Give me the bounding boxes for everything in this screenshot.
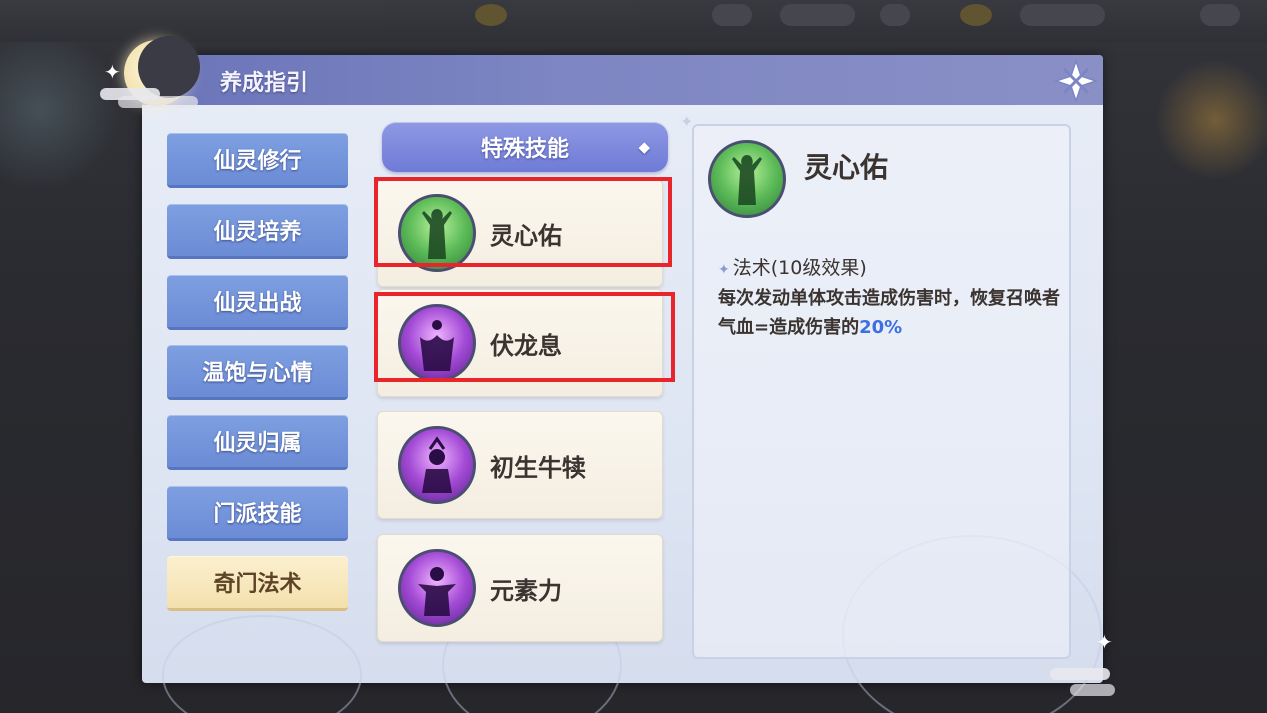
sidebar-item-xianling-guishu[interactable]: 仙灵归属 — [167, 415, 348, 470]
panel-title: 养成指引 — [220, 71, 309, 96]
top-hud-bar — [0, 0, 1267, 42]
skill-name: 元素力 — [490, 577, 562, 605]
detail-subtitle: ✦ 法术(10级效果) — [718, 253, 867, 280]
sidebar-item-label: 仙灵出战 — [213, 291, 302, 316]
detail-subtitle-text: 法术(10级效果) — [732, 257, 867, 279]
sidebar-item-xianling-chuzhan[interactable]: 仙灵出战 — [167, 275, 348, 330]
sparkle-icon: ✦ — [718, 262, 730, 278]
bird-icon: ✦ — [104, 60, 121, 84]
skill-name: 初生牛犊 — [490, 454, 586, 482]
sidebar-item-wenbao-xinqing[interactable]: 温饱与心情 — [167, 345, 348, 400]
skill-name: 伏龙息 — [490, 332, 562, 360]
cloud-decoration — [118, 96, 198, 108]
green-spirit-icon — [398, 194, 476, 272]
skill-card[interactable]: 元素力 — [377, 534, 663, 642]
sidebar-item-label: 门派技能 — [213, 502, 302, 527]
detail-description: 每次发动单体攻击造成伤害时，恢复召唤者气血=造成伤害的20% — [718, 284, 1068, 342]
purple-spirit-icon — [398, 549, 476, 627]
sidebar-item-qimen-fashu[interactable]: 奇门法术 — [167, 556, 348, 611]
sidebar-item-xianling-peiyang[interactable]: 仙灵培养 — [167, 204, 348, 259]
detail-title: 灵心佑 — [804, 151, 889, 184]
skill-name: 灵心佑 — [490, 222, 562, 250]
cloud-decoration — [1050, 668, 1110, 680]
purple-spirit-icon — [398, 426, 476, 504]
sidebar-item-xianling-xiuxing[interactable]: 仙灵修行 — [167, 133, 348, 188]
sidebar-item-label: 仙灵归属 — [213, 431, 302, 456]
skill-card[interactable]: 初生牛犊 — [377, 411, 663, 519]
sidebar-item-menpai-jineng[interactable]: 门派技能 — [167, 486, 348, 541]
panel-header: 养成指引 — [142, 55, 1103, 105]
sidebar-item-label: 仙灵培养 — [213, 220, 302, 245]
cloud-decoration — [1070, 684, 1115, 696]
sidebar-item-label: 温饱与心情 — [202, 361, 313, 386]
detail-percent: 20% — [859, 317, 903, 338]
bird-icon: ✦ — [1096, 630, 1113, 654]
category-dropdown[interactable]: 特殊技能 ◆ — [382, 122, 668, 172]
close-button[interactable] — [1050, 56, 1102, 106]
chevron-down-icon: ◆ — [638, 138, 650, 156]
sidebar-item-label: 奇门法术 — [213, 572, 302, 597]
category-label: 特殊技能 — [480, 137, 569, 162]
close-icon — [1054, 59, 1098, 103]
sidebar-item-label: 仙灵修行 — [213, 149, 302, 174]
purple-spirit-icon — [398, 304, 476, 382]
skill-card[interactable]: 灵心佑 — [377, 179, 663, 287]
skill-card[interactable]: 伏龙息 — [377, 289, 663, 397]
green-spirit-icon — [708, 140, 786, 218]
